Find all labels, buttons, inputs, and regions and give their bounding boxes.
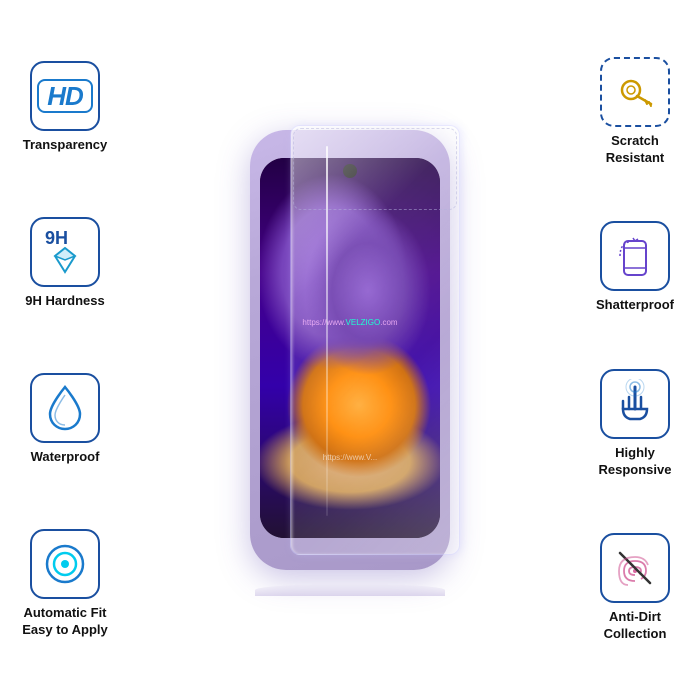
feature-waterproof: Waterproof	[30, 373, 100, 466]
auto-fit-label: Automatic Fit Easy to Apply	[22, 605, 107, 639]
shatterproof-label: Shatterproof	[596, 297, 674, 314]
feature-highly-responsive: Highly Responsive	[599, 369, 672, 479]
hand-touch-icon	[610, 379, 660, 429]
hd-label: Transparency	[23, 137, 108, 154]
right-features: Scratch Resistant Shatterproof	[570, 0, 700, 700]
9h-diamond-icon: 9H	[37, 224, 93, 280]
9h-label: 9H Hardness	[25, 293, 104, 310]
hd-icon-box: HD	[30, 61, 100, 131]
scratch-label: Scratch Resistant	[606, 133, 665, 167]
feature-scratch-resistant: Scratch Resistant	[600, 57, 670, 167]
shatterproof-icon-box	[600, 221, 670, 291]
auto-fit-icon-box	[30, 529, 100, 599]
phone-reflection	[255, 584, 445, 596]
center-product-area: https://www.VELZIGO.com https://www.V...	[130, 0, 570, 700]
key-icon	[611, 68, 659, 116]
screen-protector	[290, 125, 460, 555]
phone-wrapper: https://www.VELZIGO.com https://www.V...	[240, 120, 460, 580]
hd-icon: HD	[37, 79, 93, 113]
feature-auto-fit: Automatic Fit Easy to Apply	[22, 529, 107, 639]
left-features: HD Transparency 9H 9H Hardness	[0, 0, 130, 700]
fingerprint-slash-icon	[610, 543, 660, 593]
anti-dirt-icon-box	[600, 533, 670, 603]
feature-anti-dirt: Anti-Dirt Collection	[600, 533, 670, 643]
waterproof-icon-box	[30, 373, 100, 443]
waterproof-label: Waterproof	[31, 449, 100, 466]
main-container: HD Transparency 9H 9H Hardness	[0, 0, 700, 700]
svg-text:9H: 9H	[45, 228, 68, 248]
glass-reflection	[326, 146, 328, 516]
9h-icon-box: 9H	[30, 217, 100, 287]
feature-9h-hardness: 9H 9H Hardness	[25, 217, 104, 310]
circle-target-icon	[40, 539, 90, 589]
responsive-label: Highly Responsive	[599, 445, 672, 479]
feature-hd-transparency: HD Transparency	[23, 61, 108, 154]
scratch-icon-box	[600, 57, 670, 127]
anti-dirt-label: Anti-Dirt Collection	[604, 609, 667, 643]
feature-shatterproof: Shatterproof	[596, 221, 674, 314]
phone-rotate-icon	[610, 231, 660, 281]
water-drop-icon	[42, 383, 88, 433]
responsive-icon-box	[600, 369, 670, 439]
